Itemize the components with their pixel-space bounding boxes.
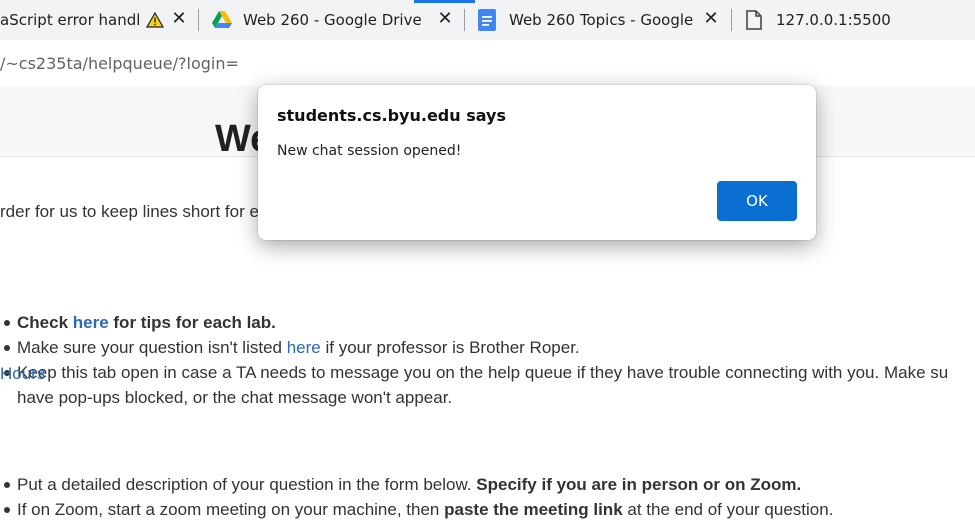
dialog-title: students.cs.byu.edu says — [277, 106, 506, 125]
alert-overlay: students.cs.byu.edu says New chat sessio… — [0, 0, 975, 515]
alert-dialog: students.cs.byu.edu says New chat sessio… — [258, 85, 816, 240]
dialog-message: New chat session opened! — [277, 143, 462, 159]
ok-button[interactable]: OK — [717, 181, 797, 221]
